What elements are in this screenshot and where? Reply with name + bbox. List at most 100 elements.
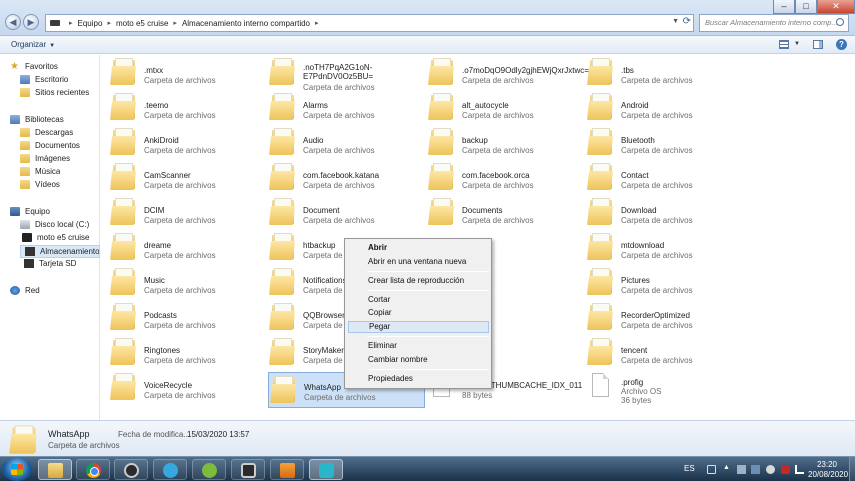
- clock[interactable]: 23:20 20/08/2020: [808, 460, 848, 480]
- language-indicator[interactable]: ES: [684, 464, 695, 473]
- menu-item-copy[interactable]: Copiar: [348, 307, 489, 319]
- volume-icon[interactable]: [795, 465, 804, 474]
- chevron-down-icon[interactable]: ▼: [794, 41, 800, 47]
- show-desktop-button[interactable]: [849, 457, 855, 481]
- menu-item-create-playlist[interactable]: Crear lista de reproducción: [348, 275, 489, 287]
- taskbar-explorer[interactable]: [38, 459, 72, 480]
- folder-item[interactable]: alt_autocycle Carpeta de archivos: [419, 92, 574, 124]
- nav-computer[interactable]: Equipo: [10, 207, 50, 216]
- computer-icon: [50, 20, 60, 26]
- folder-item[interactable]: Android Carpeta de archivos: [578, 92, 733, 124]
- folder-item[interactable]: Contact Carpeta de archivos: [578, 162, 733, 194]
- item-name: tencent: [621, 346, 648, 355]
- network-icon: [10, 286, 20, 295]
- search-icon[interactable]: [836, 18, 844, 26]
- taskbar-moto[interactable]: [114, 459, 148, 480]
- help-icon[interactable]: ?: [836, 39, 847, 50]
- forward-button[interactable]: ▶: [23, 14, 39, 30]
- nav-videos[interactable]: Vídeos: [20, 180, 60, 189]
- folder-item[interactable]: com.facebook.orca Carpeta de archivos: [419, 162, 574, 194]
- folder-item[interactable]: mtdownload Carpeta de archivos: [578, 232, 733, 264]
- nav-documents[interactable]: Documentos: [20, 141, 80, 150]
- taskbar-utorrent[interactable]: [192, 459, 226, 480]
- nav-libraries[interactable]: Bibliotecas: [10, 115, 64, 124]
- folder-item[interactable]: com.facebook.katana Carpeta de archivos: [260, 162, 415, 194]
- folder-item[interactable]: tencent Carpeta de archivos: [578, 337, 733, 369]
- chevron-up-icon[interactable]: ▲: [723, 464, 732, 473]
- nav-desktop[interactable]: Escritorio: [20, 75, 68, 84]
- folder-item[interactable]: Documents Carpeta de archivos: [419, 197, 574, 229]
- folder-item[interactable]: VoiceRecycle Carpeta de archivos: [101, 372, 256, 404]
- nav-phone[interactable]: moto e5 cruise: [20, 233, 89, 242]
- folder-icon: [428, 92, 455, 120]
- view-options-icon[interactable]: [779, 40, 789, 49]
- tray-app-icon[interactable]: [751, 465, 760, 474]
- folder-item[interactable]: Document Carpeta de archivos: [260, 197, 415, 229]
- command-bar: Organizar ▼ ▼ ?: [0, 36, 855, 54]
- folder-item[interactable]: Pictures Carpeta de archivos: [578, 267, 733, 299]
- nav-pictures[interactable]: Imágenes: [20, 154, 70, 163]
- nav-favorites[interactable]: ★ Favoritos: [10, 62, 58, 71]
- tray-app-icon[interactable]: [737, 465, 746, 474]
- folder-item[interactable]: Alarms Carpeta de archivos: [260, 92, 415, 124]
- folder-item[interactable]: Podcasts Carpeta de archivos: [101, 302, 256, 334]
- menu-item-open[interactable]: Abrir: [348, 242, 489, 254]
- tray-app-icon[interactable]: [766, 465, 775, 474]
- breadcrumb-phone[interactable]: moto e5 cruise: [116, 19, 168, 28]
- taskbar-chrome[interactable]: [76, 459, 110, 480]
- preview-pane-icon[interactable]: [813, 40, 823, 49]
- folder-item[interactable]: Audio Carpeta de archivos: [260, 127, 415, 159]
- start-button[interactable]: [2, 458, 32, 481]
- folder-icon: [269, 162, 296, 190]
- folder-item[interactable]: .noTH7PqA2G1oN-E7PdnDV0Oz5BU= Carpeta de…: [260, 57, 415, 92]
- folder-item[interactable]: DCIM Carpeta de archivos: [101, 197, 256, 229]
- taskbar-app[interactable]: [231, 459, 265, 480]
- organize-button[interactable]: Organizar ▼: [11, 40, 55, 49]
- taskbar-media-player[interactable]: [270, 459, 304, 480]
- menu-item-cut[interactable]: Cortar: [348, 294, 489, 306]
- folder-item[interactable]: backup Carpeta de archivos: [419, 127, 574, 159]
- taskbar-c-app[interactable]: [309, 459, 343, 480]
- refresh-icon[interactable]: ⟳: [683, 16, 691, 27]
- folder-item[interactable]: AnkiDroid Carpeta de archivos: [101, 127, 256, 159]
- folder-item[interactable]: .o7moDqO9Odly2gjhEWjQxrJxtwc= Carpeta de…: [419, 57, 589, 89]
- folder-item[interactable]: Download Carpeta de archivos: [578, 197, 733, 229]
- close-button[interactable]: ✕: [817, 0, 855, 14]
- minimize-button[interactable]: –: [773, 0, 795, 14]
- nav-network[interactable]: Red: [10, 286, 40, 295]
- file-item[interactable]: .profig Archivo OS 36 bytes: [578, 372, 733, 405]
- maximize-button[interactable]: □: [795, 0, 817, 14]
- menu-item-rename[interactable]: Cambiar nombre: [348, 354, 489, 366]
- keyboard-icon[interactable]: [707, 465, 716, 474]
- item-name: .noTH7PqA2G1oN-E7PdnDV0Oz5BU=: [303, 63, 374, 81]
- nav-local-disk[interactable]: Disco local (C:): [20, 220, 89, 229]
- address-bar[interactable]: ▸ Equipo ▸ moto e5 cruise ▸ Almacenamien…: [45, 14, 694, 32]
- menu-item-paste[interactable]: Pegar: [348, 321, 489, 333]
- folder-item[interactable]: RecorderOptimized Carpeta de archivos: [578, 302, 733, 334]
- chevron-down-icon[interactable]: ▼: [672, 18, 679, 25]
- folder-item[interactable]: .teemo Carpeta de archivos: [101, 92, 256, 124]
- nav-sd-card[interactable]: Tarjeta SD: [24, 259, 76, 268]
- search-input[interactable]: Buscar Almacenamiento interno comp...: [699, 14, 849, 32]
- folder-item[interactable]: dreame Carpeta de archivos: [101, 232, 256, 264]
- item-name: htbackup: [303, 241, 336, 250]
- folder-item[interactable]: Bluetooth Carpeta de archivos: [578, 127, 733, 159]
- menu-item-open-new-window[interactable]: Abrir en una ventana nueva: [348, 256, 489, 268]
- nav-internal-storage[interactable]: Almacenamiento interno compartido: [20, 245, 100, 258]
- nav-downloads[interactable]: Descargas: [20, 128, 73, 137]
- breadcrumb-storage[interactable]: Almacenamiento interno compartido: [182, 19, 310, 28]
- taskbar-telegram[interactable]: [153, 459, 187, 480]
- menu-item-properties[interactable]: Propiedades: [348, 373, 489, 385]
- nav-music[interactable]: Música: [20, 167, 60, 176]
- folder-item[interactable]: CamScanner Carpeta de archivos: [101, 162, 256, 194]
- back-button[interactable]: ◀: [5, 14, 21, 30]
- folder-item[interactable]: Ringtones Carpeta de archivos: [101, 337, 256, 369]
- nav-recent[interactable]: Sitios recientes: [20, 88, 89, 97]
- folder-item[interactable]: Music Carpeta de archivos: [101, 267, 256, 299]
- menu-item-delete[interactable]: Eliminar: [348, 340, 489, 352]
- folder-item[interactable]: .tbs Carpeta de archivos: [578, 57, 733, 89]
- tray-app-icon[interactable]: [781, 465, 790, 474]
- breadcrumb-equipo[interactable]: Equipo: [78, 19, 103, 28]
- folder-item[interactable]: .mtxx Carpeta de archivos: [101, 57, 256, 89]
- item-type: Carpeta de archivos: [462, 146, 534, 155]
